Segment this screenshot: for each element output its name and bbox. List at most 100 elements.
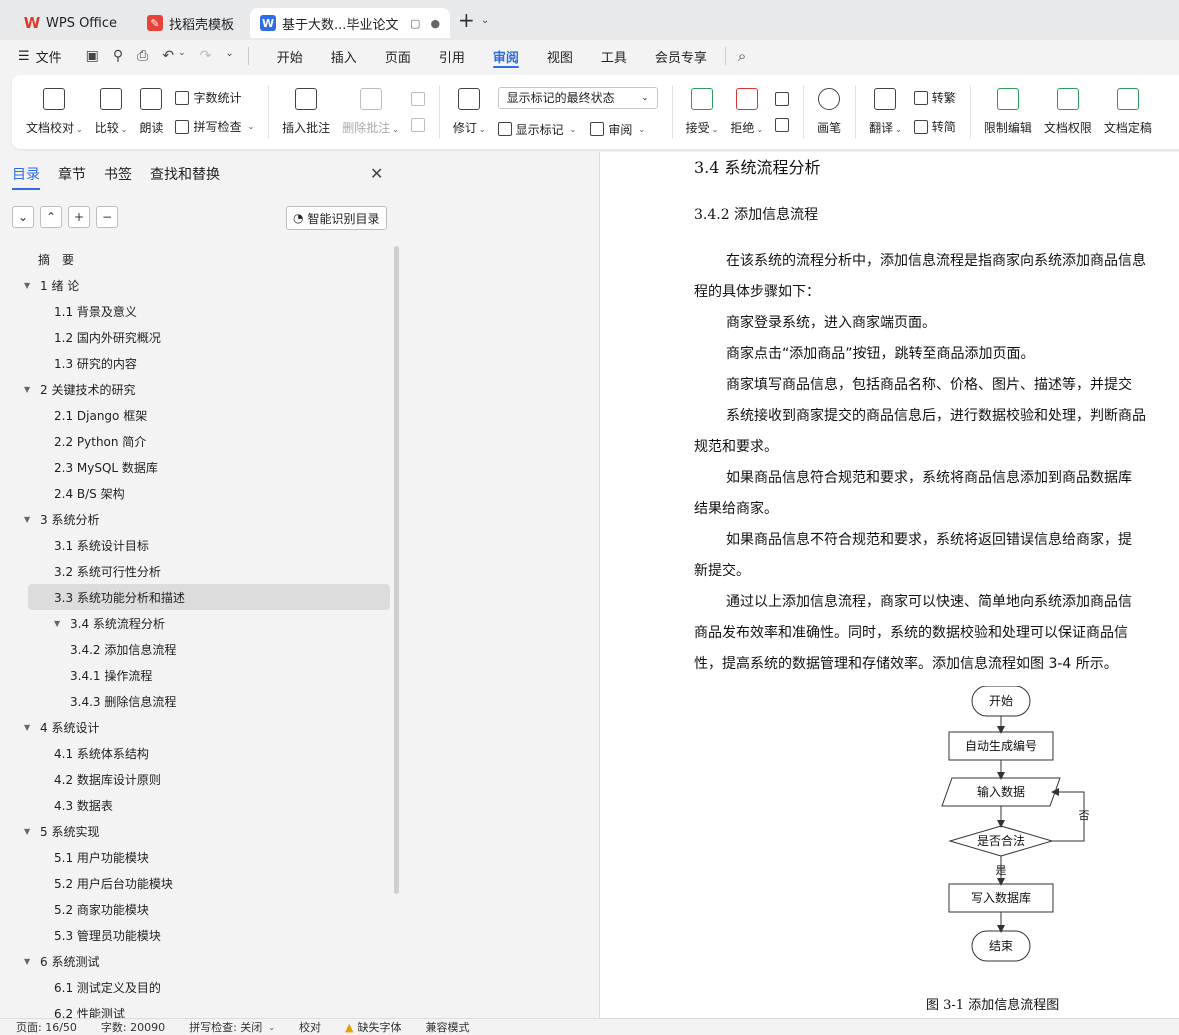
toc-item[interactable]: 5.1 用户功能模块 — [28, 844, 390, 870]
expand-triangle-icon[interactable]: ▼ — [24, 385, 36, 394]
doc-finalize-button[interactable]: 文档定稿 — [1098, 75, 1158, 149]
toc-item[interactable]: 2.2 Python 简介 — [28, 428, 390, 454]
save-icon[interactable]: ▣ — [86, 48, 99, 64]
delete-comment-button[interactable]: 删除批注 ⌄ — [336, 75, 405, 149]
tab-toc[interactable]: 目录 — [12, 164, 40, 190]
more-dropdown-icon[interactable]: ⌄ — [225, 48, 233, 64]
reject-button[interactable]: 拒绝 ⌄ — [724, 75, 769, 149]
toc-item[interactable]: 3.4.1 操作流程 — [28, 662, 390, 688]
toc-item[interactable]: ▼ 5 系统实现 — [24, 818, 390, 844]
spell-check-status[interactable]: 拼写检查: 关闭 ⌄ — [189, 1019, 275, 1035]
toc-item[interactable]: ▼ 4 系统设计 — [24, 714, 390, 740]
toc-item[interactable]: 3.4.3 删除信息流程 — [28, 688, 390, 714]
markup-mode-select[interactable]: 显示标记的最终状态 ⌄ — [497, 86, 658, 109]
print-preview-icon[interactable]: ⎙ — [137, 48, 148, 64]
expand-triangle-icon[interactable]: ▼ — [24, 515, 36, 524]
menu-references[interactable]: 引用 — [425, 40, 479, 72]
add-icon[interactable]: + — [68, 206, 90, 228]
expand-triangle-icon[interactable]: ▼ — [24, 281, 36, 290]
expand-triangle-icon[interactable]: ▼ — [24, 827, 36, 836]
toc-item[interactable]: ▼ 1 绪 论 — [24, 272, 390, 298]
toc-item[interactable]: ▼ 3.4 系统流程分析 — [28, 610, 390, 636]
toc-item[interactable]: 摘 要 — [28, 246, 390, 272]
revise-button[interactable]: 修订 ⌄ — [447, 75, 492, 149]
toc-item[interactable]: 3.3 系统功能分析和描述 — [28, 584, 390, 610]
menu-tools[interactable]: 工具 — [587, 40, 641, 72]
menu-home[interactable]: 开始 — [263, 40, 317, 72]
read-aloud-button[interactable]: 朗读 — [133, 75, 169, 149]
toc-item[interactable]: 2.3 MySQL 数据库 — [28, 454, 390, 480]
document-page[interactable]: 3.4 系统流程分析 3.4.2 添加信息流程 在该系统的流程分析中，添加信息流… — [599, 152, 1179, 1018]
toc-item[interactable]: 3.2 系统可行性分析 — [28, 558, 390, 584]
menu-insert[interactable]: 插入 — [317, 40, 371, 72]
next-change-button[interactable] — [775, 118, 790, 132]
menu-review[interactable]: 审阅 — [479, 40, 533, 72]
proof-status[interactable]: 校对 — [299, 1019, 321, 1035]
toc-item[interactable]: 2.4 B/S 架构 — [28, 480, 390, 506]
tab-document[interactable]: W 基于大数...毕业论文 ▢ ● — [250, 8, 451, 38]
toc-item[interactable]: 3.4.2 添加信息流程 — [28, 636, 390, 662]
undo-icon[interactable]: ↶ — [162, 48, 174, 64]
toc-item[interactable]: ▼ 2 关键技术的研究 — [24, 376, 390, 402]
pen-button[interactable]: 画笔 — [811, 75, 847, 149]
search-icon[interactable]: ⌕ — [738, 47, 746, 65]
file-menu[interactable]: ☰ 文件 — [18, 47, 62, 66]
page-indicator[interactable]: 页面: 16/50 — [16, 1019, 77, 1035]
window-icon[interactable]: ▢ — [410, 17, 420, 30]
smart-toc-button[interactable]: ◔ 智能识别目录 — [286, 206, 387, 230]
word-count-button[interactable]: 字数统计 — [175, 89, 254, 106]
undo-dropdown-icon[interactable]: ⌄ — [178, 48, 186, 64]
prev-change-button[interactable] — [775, 92, 790, 106]
toc-item[interactable]: 2.1 Django 框架 — [28, 402, 390, 428]
menu-page[interactable]: 页面 — [371, 40, 425, 72]
toc-scrollbar[interactable] — [394, 246, 399, 894]
prev-comment-button[interactable] — [410, 92, 425, 106]
translate-button[interactable]: 翻译 ⌄ — [863, 75, 908, 149]
menu-view[interactable]: 视图 — [533, 40, 587, 72]
toc-item[interactable]: 4.2 数据库设计原则 — [28, 766, 390, 792]
toc-item[interactable]: 5.2 商家功能模块 — [28, 896, 390, 922]
toc-item[interactable]: 5.3 管理员功能模块 — [28, 922, 390, 948]
compare-button[interactable]: 比较 ⌄ — [89, 75, 134, 149]
toc-item[interactable]: 4.3 数据表 — [28, 792, 390, 818]
close-icon[interactable]: ✕ — [370, 164, 383, 183]
toc-item[interactable]: 1.3 研究的内容 — [28, 350, 390, 376]
spell-check-button[interactable]: 拼写检查 ⌄ — [175, 118, 254, 135]
toc-item[interactable]: 5.2 用户后台功能模块 — [28, 870, 390, 896]
insert-comment-button[interactable]: 插入批注 — [276, 75, 336, 149]
tab-find-replace[interactable]: 查找和替换 — [150, 164, 220, 184]
toc-item[interactable]: 6.1 测试定义及目的 — [28, 974, 390, 1000]
doc-check-button[interactable]: 文档校对 ⌄ — [20, 75, 89, 149]
next-comment-button[interactable] — [410, 118, 425, 132]
redo-icon[interactable]: ↷ — [200, 48, 212, 64]
toc-item[interactable]: ▼ 6 系统测试 — [24, 948, 390, 974]
accept-button[interactable]: 接受 ⌄ — [680, 75, 725, 149]
tab-bookmarks[interactable]: 书签 — [104, 164, 132, 184]
tab-wps-office[interactable]: W WPS Office — [14, 8, 127, 38]
chevron-down-icon[interactable]: ⌄ — [481, 15, 489, 26]
toc-item[interactable]: 1.2 国内外研究概况 — [28, 324, 390, 350]
remove-icon[interactable]: − — [96, 206, 118, 228]
menu-member[interactable]: 会员专享 — [641, 40, 721, 72]
review-pane-button[interactable]: 审阅 ⌄ — [590, 121, 645, 138]
to-simplified-button[interactable]: 转简 — [913, 118, 956, 135]
expand-triangle-icon[interactable]: ▼ — [24, 957, 36, 966]
show-markup-button[interactable]: 显示标记 ⌄ — [497, 121, 576, 138]
toc-item[interactable]: ▼ 3 系统分析 — [24, 506, 390, 532]
collapse-up-icon[interactable]: ⌃ — [40, 206, 62, 228]
tab-sections[interactable]: 章节 — [58, 164, 86, 184]
doc-permission-button[interactable]: 文档权限 — [1038, 75, 1098, 149]
tab-docer-templates[interactable]: ✎ 找稻壳模板 — [137, 8, 244, 38]
to-traditional-button[interactable]: 转繁 — [913, 89, 956, 106]
share-icon[interactable]: ⚲ — [113, 48, 123, 64]
toc-item[interactable]: 1.1 背景及意义 — [28, 298, 390, 324]
expand-triangle-icon[interactable]: ▼ — [24, 723, 36, 732]
expand-down-icon[interactable]: ⌄ — [12, 206, 34, 228]
unsaved-dot-icon[interactable]: ● — [430, 17, 440, 30]
toc-item[interactable]: 4.1 系统体系结构 — [28, 740, 390, 766]
expand-triangle-icon[interactable]: ▼ — [54, 619, 66, 628]
word-count[interactable]: 字数: 20090 — [101, 1019, 165, 1035]
missing-font-status[interactable]: ▲ 缺失字体 — [345, 1019, 401, 1035]
new-tab-icon[interactable]: + — [458, 8, 475, 32]
restrict-edit-button[interactable]: 限制编辑 — [978, 75, 1038, 149]
